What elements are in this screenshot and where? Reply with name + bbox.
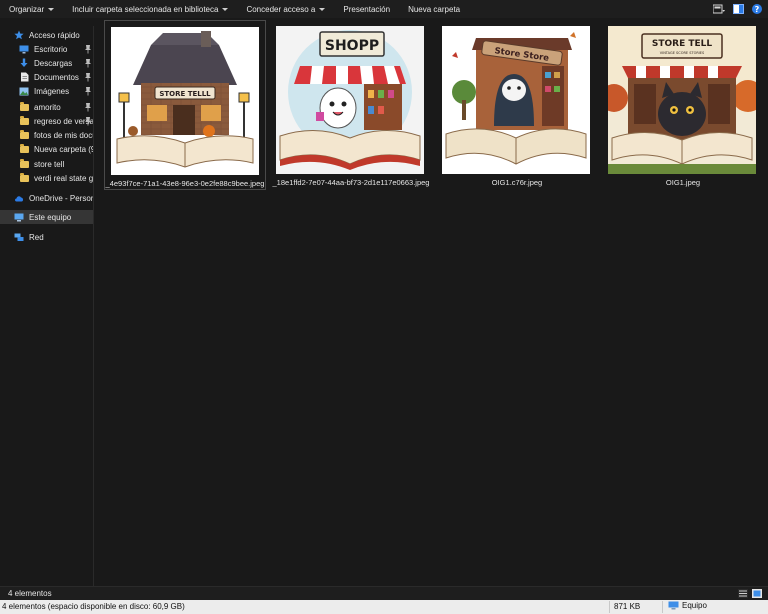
file-item[interactable]: STORE TELL VINTAGE SCORE STORIES OIG1.jp… xyxy=(602,20,764,190)
file-item[interactable]: Store Store OIG1.c76r.jpeg xyxy=(436,20,598,190)
details-bar: 4 elementos (espacio disponible en disco… xyxy=(0,600,768,614)
view-options-icon[interactable] xyxy=(713,4,725,14)
folder-icon xyxy=(19,101,29,112)
organize-menu[interactable]: Organizar xyxy=(0,0,63,18)
sidebar-item-label: Red xyxy=(29,232,44,242)
sidebar-item-label: Documentos xyxy=(34,72,79,82)
details-view-icon[interactable] xyxy=(738,589,748,600)
sidebar-item-label: OneDrive - Personal xyxy=(29,193,93,203)
folder-icon xyxy=(19,143,29,154)
star-icon xyxy=(14,30,24,40)
status-bar: 4 elementos xyxy=(0,586,768,600)
sidebar-item-label: fotos de mis docum xyxy=(34,130,93,140)
store-subsign-text: VINTAGE SCORE STORIES xyxy=(660,51,705,55)
sidebar-item-quick-access[interactable]: Acceso rápido xyxy=(0,28,93,42)
sidebar-item-fotos[interactable]: fotos de mis docum xyxy=(0,128,93,142)
location-indicator: Equipo xyxy=(668,601,707,610)
include-in-library-label: Incluir carpeta seleccionada en bibliote… xyxy=(72,4,219,14)
file-name: _18e1ffd2-7e07-44aa-bf73-2d1e117e0663.jp… xyxy=(272,178,430,187)
sidebar-item-amorito[interactable]: amorito xyxy=(0,100,93,114)
sidebar-item-desktop[interactable]: Escritorio xyxy=(0,42,93,56)
pin-icon xyxy=(85,103,91,112)
sidebar-item-nueva-carpeta[interactable]: Nueva carpeta (9) xyxy=(0,142,94,156)
file-item[interactable]: SHOPP _18e1ffd2-7e07-44aa-bf73-2d1e117e0… xyxy=(270,20,432,190)
selection-size: 871 KB xyxy=(614,602,641,611)
sidebar-item-regreso-de-versai[interactable]: regreso de versai xyxy=(0,114,93,128)
chevron-down-icon xyxy=(48,7,55,11)
computer-icon xyxy=(668,601,679,610)
sidebar-item-verdi[interactable]: verdi real state grou xyxy=(0,171,94,185)
new-folder-button[interactable]: Nueva carpeta xyxy=(399,0,469,18)
network-icon xyxy=(14,232,24,242)
folder-icon xyxy=(19,115,29,126)
sidebar-item-network[interactable]: Red xyxy=(0,230,93,244)
file-name: OIG1.jpeg xyxy=(665,178,701,187)
chevron-down-icon xyxy=(222,7,229,11)
folder-icon xyxy=(19,172,29,183)
preview-pane-icon[interactable] xyxy=(733,4,744,14)
divider xyxy=(662,601,663,613)
help-icon[interactable]: ? xyxy=(752,4,762,14)
sidebar-item-label: amorito xyxy=(34,102,61,112)
pictures-icon xyxy=(19,86,29,96)
pin-icon xyxy=(85,117,91,126)
folder-icon xyxy=(19,129,29,140)
share-with-menu[interactable]: Conceder acceso a xyxy=(237,0,334,18)
sidebar-item-downloads[interactable]: Descargas xyxy=(0,56,93,70)
store-sign-text: STORE TELL xyxy=(652,39,713,49)
file-view: STORE TELLL _4e93f7ce-71a1-43e8-96e3-0e2… xyxy=(95,18,768,586)
new-folder-label: Nueva carpeta xyxy=(408,4,461,14)
image-thumbnail: Store Store xyxy=(442,26,590,174)
sidebar-item-onedrive[interactable]: OneDrive - Personal xyxy=(0,191,93,205)
sidebar-item-label: Escritorio xyxy=(34,44,68,54)
sidebar-item-documents[interactable]: Documentos xyxy=(0,70,93,84)
chevron-down-icon xyxy=(319,7,326,11)
file-name: OIG1.c76r.jpeg xyxy=(491,178,543,187)
pin-icon xyxy=(85,73,91,82)
image-thumbnail: STORE TELL VINTAGE SCORE STORIES xyxy=(608,26,756,174)
store-sign-text: STORE TELLL xyxy=(159,90,211,98)
organize-label: Organizar xyxy=(9,4,45,14)
item-count: 4 elementos xyxy=(8,589,52,598)
sidebar-item-label: verdi real state grou xyxy=(34,173,94,183)
sidebar-item-label: Descargas xyxy=(34,58,73,68)
location-label: Equipo xyxy=(682,601,707,610)
sidebar-item-label: Imágenes xyxy=(34,86,70,96)
shop-sign-text: SHOPP xyxy=(325,38,379,54)
download-icon xyxy=(19,58,29,68)
desktop-icon xyxy=(19,44,29,54)
disk-space-info: 4 elementos (espacio disponible en disco… xyxy=(2,602,185,611)
file-item[interactable]: STORE TELLL _4e93f7ce-71a1-43e8-96e3-0e2… xyxy=(104,20,266,190)
cloud-icon xyxy=(14,193,24,203)
slideshow-button[interactable]: Presentación xyxy=(334,0,399,18)
computer-icon xyxy=(14,212,24,222)
navigation-pane: Acceso rápido Escritorio Descargas Docum… xyxy=(0,26,94,586)
divider xyxy=(609,601,610,613)
pin-icon xyxy=(85,59,91,68)
pin-icon xyxy=(85,45,91,54)
sidebar-item-label: Nueva carpeta (9) xyxy=(34,144,94,154)
pin-icon xyxy=(85,87,91,96)
sidebar-item-label: Acceso rápido xyxy=(29,30,80,40)
sidebar-item-pictures[interactable]: Imágenes xyxy=(0,84,93,98)
slideshow-label: Presentación xyxy=(343,4,391,14)
image-thumbnail: STORE TELLL xyxy=(111,27,259,175)
large-icons-view-icon[interactable] xyxy=(752,589,762,600)
sidebar-item-store-tell[interactable]: store tell xyxy=(0,157,93,171)
sidebar-item-label: store tell xyxy=(34,159,65,169)
image-thumbnail: SHOPP xyxy=(276,26,424,174)
documents-icon xyxy=(19,72,29,82)
sidebar-item-this-pc[interactable]: Este equipo xyxy=(0,210,93,224)
file-name: _4e93f7ce-71a1-43e8-96e3-0e2fe88c9bee.jp… xyxy=(105,179,265,188)
include-in-library-menu[interactable]: Incluir carpeta seleccionada en bibliote… xyxy=(63,0,237,18)
share-with-label: Conceder acceso a xyxy=(246,4,316,14)
sidebar-item-label: Este equipo xyxy=(29,212,72,222)
folder-icon xyxy=(19,158,29,169)
command-bar: Organizar Incluir carpeta seleccionada e… xyxy=(0,0,768,18)
